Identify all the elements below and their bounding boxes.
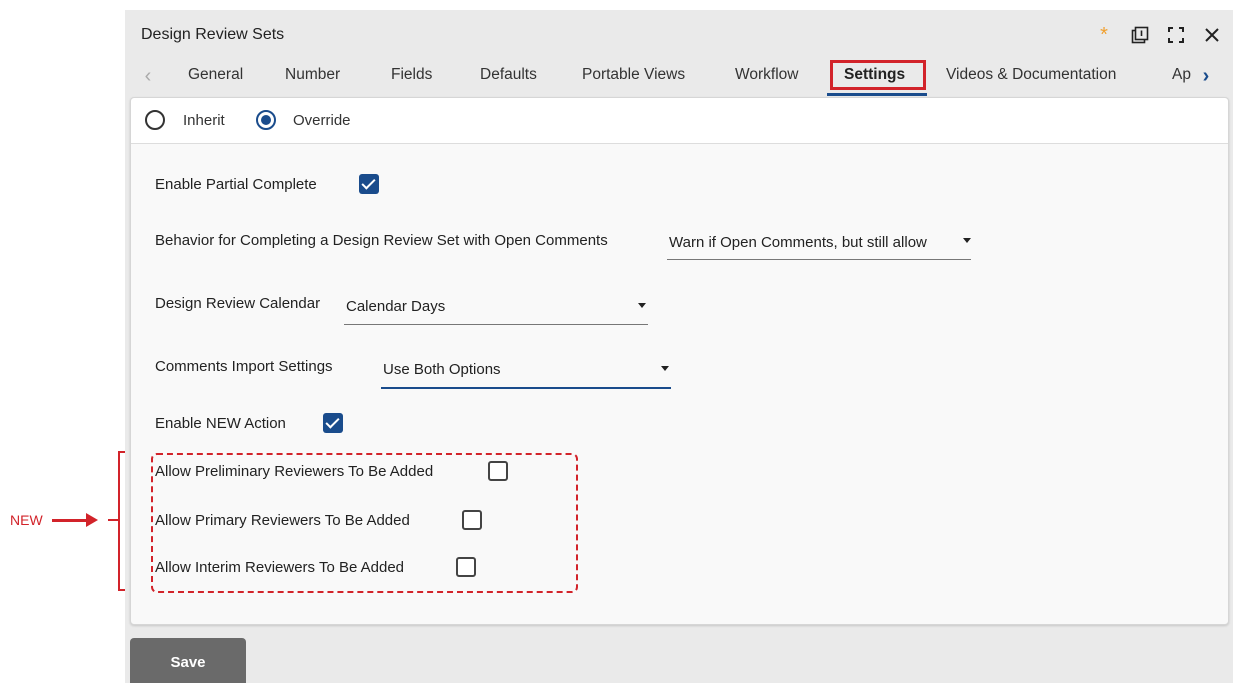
comments-import-value: Use Both Options xyxy=(383,361,501,378)
inherit-override-row: Inherit Override xyxy=(131,98,1228,144)
annotation-bracket-tick xyxy=(108,519,120,521)
enable-new-action-label: Enable NEW Action xyxy=(155,415,286,432)
tab-scroll-right-icon[interactable]: › xyxy=(1197,64,1215,88)
window-controls: * xyxy=(1093,24,1223,46)
annotation-arrow-line xyxy=(52,519,88,522)
override-label: Override xyxy=(293,112,351,129)
enable-partial-complete-checkbox[interactable] xyxy=(359,174,379,194)
tab-scroll-left-icon[interactable]: ‹ xyxy=(139,64,157,88)
tab-number[interactable]: Number xyxy=(285,66,340,84)
allow-primary-label: Allow Primary Reviewers To Be Added xyxy=(155,512,410,529)
close-icon[interactable] xyxy=(1201,24,1223,46)
chevron-down-icon xyxy=(638,303,646,308)
save-button[interactable]: Save xyxy=(130,638,246,683)
tab-general[interactable]: General xyxy=(188,66,243,84)
tab-ap-truncated[interactable]: Ap xyxy=(1172,66,1194,84)
allow-interim-checkbox[interactable] xyxy=(456,557,476,577)
tab-defaults[interactable]: Defaults xyxy=(480,66,537,84)
inherit-label: Inherit xyxy=(183,112,225,129)
open-comments-behavior-label: Behavior for Completing a Design Review … xyxy=(155,232,608,249)
enable-new-action-checkbox[interactable] xyxy=(323,413,343,433)
review-calendar-select[interactable]: Calendar Days xyxy=(344,298,648,325)
annotation-arrow-icon xyxy=(86,513,98,527)
review-calendar-label: Design Review Calendar xyxy=(155,295,321,312)
tab-videos-documentation[interactable]: Videos & Documentation xyxy=(946,66,1116,84)
window-title: Design Review Sets xyxy=(141,26,285,43)
override-radio[interactable] xyxy=(256,110,276,130)
popout-icon[interactable] xyxy=(1129,24,1151,46)
enable-partial-complete-label: Enable Partial Complete xyxy=(155,176,317,193)
tab-fields[interactable]: Fields xyxy=(391,66,432,84)
comments-import-label: Comments Import Settings xyxy=(155,358,333,375)
allow-preliminary-label: Allow Preliminary Reviewers To Be Added xyxy=(155,463,434,480)
chevron-down-icon xyxy=(661,366,669,371)
allow-primary-checkbox[interactable] xyxy=(462,510,482,530)
design-review-sets-window: Design Review Sets * ‹ General Number Fi… xyxy=(125,10,1233,683)
settings-tab-highlight xyxy=(830,60,926,90)
settings-panel: Inherit Override Enable Partial Complete… xyxy=(130,97,1229,625)
tab-portable-views[interactable]: Portable Views xyxy=(582,66,685,84)
fullscreen-icon[interactable] xyxy=(1165,24,1187,46)
open-comments-behavior-select[interactable]: Warn if Open Comments, but still allow xyxy=(667,234,971,260)
open-comments-behavior-value: Warn if Open Comments, but still allow xyxy=(669,234,927,251)
allow-preliminary-checkbox[interactable] xyxy=(488,461,508,481)
tab-workflow[interactable]: Workflow xyxy=(735,66,798,84)
comments-import-select[interactable]: Use Both Options xyxy=(381,361,671,389)
allow-interim-label: Allow Interim Reviewers To Be Added xyxy=(155,559,405,576)
title-bar: Design Review Sets * xyxy=(125,10,1233,60)
active-tab-indicator xyxy=(827,93,927,96)
inherit-radio[interactable] xyxy=(145,110,165,130)
chevron-down-icon xyxy=(963,238,971,243)
tab-bar: ‹ General Number Fields Defaults Portabl… xyxy=(125,60,1233,96)
new-annotation-label: NEW xyxy=(10,512,43,528)
asterisk-icon: * xyxy=(1100,23,1108,46)
review-calendar-value: Calendar Days xyxy=(346,298,446,315)
